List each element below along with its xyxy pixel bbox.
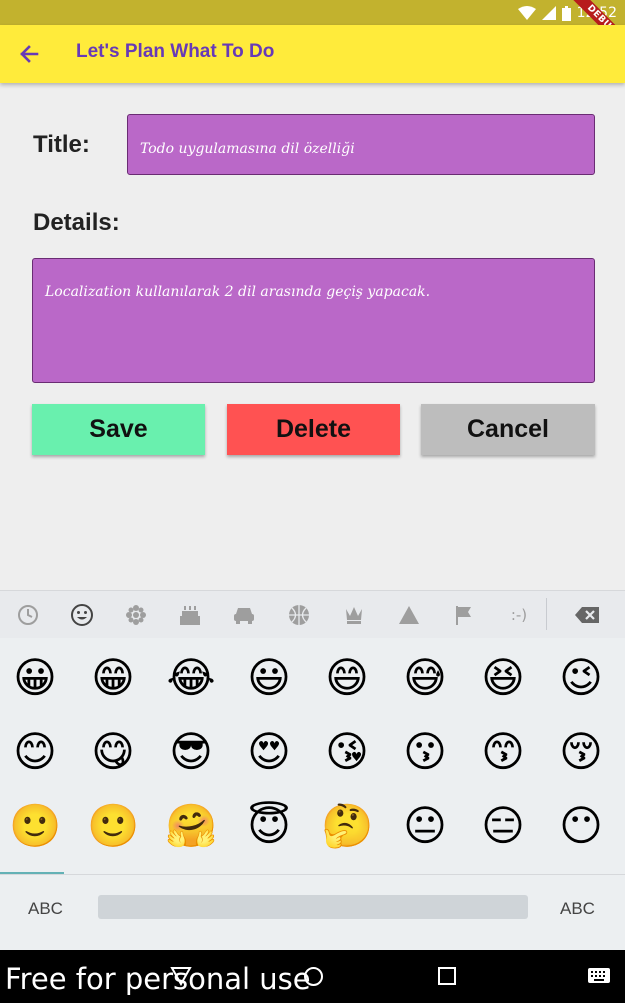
emoji-key[interactable]: 😊: [9, 726, 61, 778]
emoji-key[interactable]: 🙂: [9, 800, 61, 852]
emoji-key[interactable]: 🙂: [87, 800, 139, 852]
emoji-key[interactable]: 😐: [399, 800, 451, 852]
emoji-key[interactable]: 😄: [321, 652, 373, 704]
flags-icon[interactable]: [450, 601, 478, 629]
recents-nav-icon[interactable]: [438, 967, 456, 985]
emoticons-icon[interactable]: :-): [502, 601, 536, 629]
emoji-key[interactable]: 😇: [243, 800, 295, 852]
app-bar: Let's Plan What To Do: [0, 25, 625, 83]
title-field[interactable]: Todo uygulamasına dil özelliği: [127, 114, 595, 175]
cancel-button[interactable]: Cancel: [421, 404, 595, 455]
backspace-icon[interactable]: [573, 601, 601, 629]
travel-icon[interactable]: [230, 601, 258, 629]
wifi-icon: [517, 6, 536, 20]
symbols-icon[interactable]: [395, 601, 423, 629]
status-bar: 12:52 DEBUG: [0, 0, 625, 59]
emoji-key[interactable]: 😑: [477, 800, 529, 852]
emoji-key[interactable]: 😍: [243, 726, 295, 778]
emoji-key[interactable]: 😎: [165, 726, 217, 778]
emoji-key[interactable]: 😃: [243, 652, 295, 704]
keyboard-switch-icon[interactable]: [588, 968, 610, 983]
emoji-key[interactable]: 😶: [555, 800, 607, 852]
title-label: Title:: [33, 131, 90, 158]
emoji-key[interactable]: 😘: [321, 726, 373, 778]
smiley-icon[interactable]: [68, 601, 96, 629]
food-icon[interactable]: [176, 601, 204, 629]
category-divider: [546, 598, 547, 630]
emoji-grid: 😀 😁 😂 😃 😄 😅 😆 😉 😊 😋 😎 😍 😘 😗 😙 😚 🙂 🙂 🤗 😇 🤔 😐 😑 😶: [0, 638, 625, 874]
save-button[interactable]: Save: [32, 404, 205, 455]
nature-icon[interactable]: [122, 601, 150, 629]
emoji-key[interactable]: 😚: [555, 726, 607, 778]
emoji-key[interactable]: 😅: [399, 652, 451, 704]
keyboard-bottom-row: ABC ABC: [0, 874, 625, 951]
details-field[interactable]: Localization kullanılarak 2 dil arasında…: [32, 258, 595, 383]
details-label: Details:: [33, 209, 120, 236]
emoji-key[interactable]: 😂: [165, 652, 217, 704]
emoji-key[interactable]: 😀: [9, 652, 61, 704]
abc-right-key[interactable]: ABC: [560, 899, 595, 919]
emoji-key[interactable]: 🤔: [321, 800, 373, 852]
back-button[interactable]: [14, 39, 44, 69]
emoji-key[interactable]: 😙: [477, 726, 529, 778]
delete-button[interactable]: Delete: [227, 404, 400, 455]
recent-icon[interactable]: [14, 601, 42, 629]
emoji-key[interactable]: 🤗: [165, 800, 217, 852]
objects-icon[interactable]: [340, 601, 368, 629]
activity-icon[interactable]: [285, 601, 313, 629]
battery-icon: [561, 5, 571, 21]
page-title: Let's Plan What To Do: [76, 41, 275, 62]
title-field-value: Todo uygulamasına dil özelliği: [140, 141, 355, 157]
abc-left-key[interactable]: ABC: [28, 899, 63, 919]
emoji-key[interactable]: 😆: [477, 652, 529, 704]
details-field-value: Localization kullanılarak 2 dil arasında…: [45, 284, 431, 300]
emoji-key[interactable]: 😗: [399, 726, 451, 778]
watermark: Free for personal use: [5, 962, 311, 996]
emoji-key[interactable]: 😉: [555, 652, 607, 704]
arrow-back-icon: [20, 45, 39, 63]
spacebar[interactable]: [98, 895, 528, 919]
emoji-category-bar: :-): [0, 590, 625, 639]
emoji-key[interactable]: 😋: [87, 726, 139, 778]
emoji-key[interactable]: 😁: [87, 652, 139, 704]
signal-icon: [541, 6, 556, 20]
